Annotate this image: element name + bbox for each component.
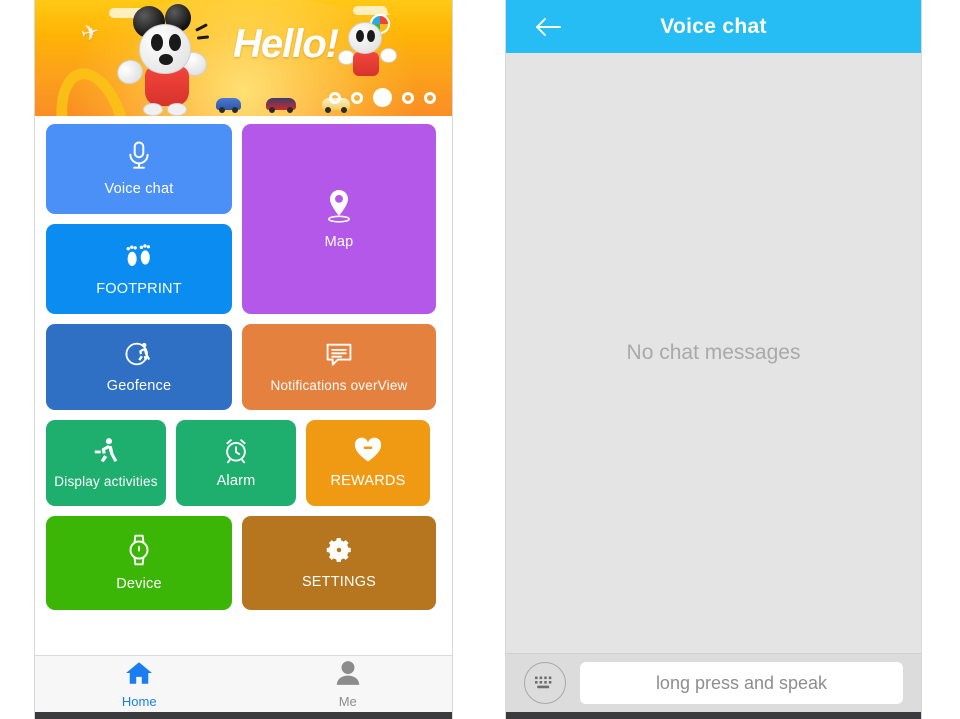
tile-label: Map [324, 234, 354, 251]
tile-label: Device [116, 576, 162, 593]
gear-icon [324, 535, 354, 570]
pager-dot[interactable] [424, 91, 436, 104]
mascot-character [113, 4, 217, 116]
screenshot-stage: ✈ ✈ Hello! Voice chat FOOTPRINT Map Geof… [0, 0, 960, 719]
tile-alarm[interactable]: Alarm [176, 420, 296, 506]
tile-map[interactable]: Map [242, 124, 436, 314]
chat-message-area: No chat messages [506, 53, 921, 653]
pager-dot[interactable] [351, 91, 363, 104]
tile-label: REWARDS [330, 472, 406, 489]
tile-row-2: Geofence Notifications overView [46, 324, 441, 410]
tab-home[interactable]: Home [35, 660, 244, 709]
tile-label: Notifications overView [270, 377, 408, 393]
footprints-icon [124, 240, 154, 277]
tile-display-activities[interactable]: Display activities [46, 420, 166, 506]
page-title: Voice chat [660, 14, 767, 38]
tile-geofence[interactable]: Geofence [46, 324, 232, 410]
microphone-icon [124, 140, 154, 177]
banner-greeting-text: Hello! [233, 22, 339, 66]
tab-me[interactable]: Me [244, 660, 453, 709]
back-arrow-icon[interactable] [534, 16, 562, 38]
smartwatch-icon [124, 533, 154, 572]
tile-row-3: Display activities Alarm REWARDS [46, 420, 441, 506]
press-to-speak-button[interactable]: long press and speak [580, 662, 903, 704]
car-icon [216, 98, 241, 113]
mascot-character-small [338, 14, 397, 88]
tile-label: FOOTPRINT [96, 281, 182, 298]
tile-voice-chat[interactable]: Voice chat [46, 124, 232, 214]
car-icon [266, 98, 296, 113]
speech-bubble-lines-icon [323, 341, 355, 374]
pager-dot-active[interactable] [373, 88, 392, 107]
left-phone-home-screen: ✈ ✈ Hello! Voice chat FOOTPRINT Map Geof… [34, 0, 453, 719]
tile-label: Voice chat [104, 181, 174, 198]
tile-column-left: Voice chat FOOTPRINT [46, 124, 232, 314]
tile-notifications-overview[interactable]: Notifications overView [242, 324, 436, 410]
bottom-tab-bar: Home Me [35, 655, 452, 719]
person-icon [334, 660, 362, 691]
alarm-clock-icon [222, 436, 250, 469]
tile-rewards[interactable]: REWARDS [306, 420, 430, 506]
tile-label: SETTINGS [301, 574, 377, 591]
geofence-runner-icon [123, 339, 155, 374]
empty-state-text: No chat messages [626, 341, 801, 364]
tile-row-1: Voice chat FOOTPRINT Map [46, 124, 441, 314]
tile-label: Geofence [106, 378, 172, 395]
tile-device[interactable]: Device [46, 516, 232, 610]
tile-settings[interactable]: SETTINGS [242, 516, 436, 610]
tile-row-4: Device SETTINGS [46, 516, 441, 610]
feature-tile-grid: Voice chat FOOTPRINT Map Geofence Notifi… [35, 116, 452, 655]
running-person-icon [93, 437, 119, 470]
tile-footprint[interactable]: FOOTPRINT [46, 224, 232, 314]
home-icon [125, 660, 153, 691]
tab-label: Me [338, 693, 357, 709]
map-pin-icon [323, 187, 355, 230]
pager-dot[interactable] [329, 91, 341, 104]
tab-label: Home [121, 693, 157, 709]
keyboard-icon[interactable] [524, 662, 566, 704]
tile-label: Display activities [54, 473, 158, 489]
press-to-speak-label: long press and speak [655, 672, 828, 693]
chat-header: Voice chat [506, 0, 921, 53]
chat-input-bar: long press and speak [506, 653, 921, 719]
pager-dot[interactable] [402, 91, 414, 104]
heart-icon [353, 437, 383, 469]
tile-label: Alarm [216, 473, 256, 490]
banner-pager-dots[interactable] [329, 88, 436, 107]
home-banner[interactable]: ✈ ✈ Hello! [35, 0, 452, 116]
right-phone-voice-chat-screen: Voice chat No chat messages long press a… [505, 0, 922, 719]
